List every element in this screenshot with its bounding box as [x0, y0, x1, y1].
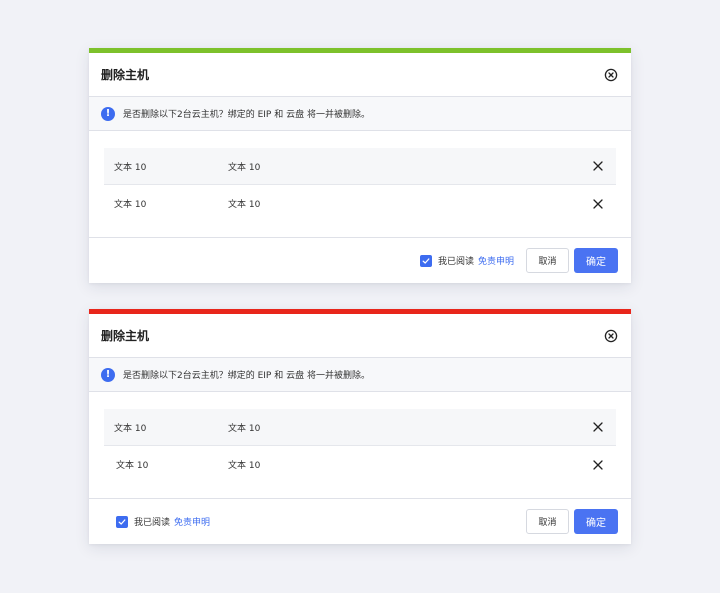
dialog-footer: 我已阅读 免责申明 取消 确定 — [89, 498, 631, 544]
remove-row-icon[interactable] — [592, 421, 604, 433]
host-name: 文本 10 — [114, 200, 147, 210]
host-list: 文本 10 文本 10 文本 10 文本 10 — [104, 409, 616, 483]
host-name: 文本 10 — [116, 461, 149, 471]
cancel-button[interactable]: 取消 — [526, 248, 569, 273]
agree-checkbox[interactable] — [116, 515, 128, 528]
host-name: 文本 10 — [114, 423, 147, 434]
notice-text: 是否删除以下2台云主机？绑定的 EIP 和 云盘 将一并被删除。 — [123, 110, 370, 120]
disclaimer-agreement[interactable]: 我已阅读 免责申明 — [116, 515, 210, 528]
agree-label: 我已阅读 — [134, 518, 171, 528]
host-detail: 文本 10 — [228, 200, 261, 210]
action-buttons: 取消 确定 — [526, 509, 618, 534]
host-detail: 文本 10 — [228, 461, 261, 471]
remove-row-icon[interactable] — [592, 459, 604, 471]
confirm-button[interactable]: 确定 — [574, 509, 618, 534]
delete-host-dialog: 删除主机 ! 是否删除以下2台云主机？绑定的 EIP 和 云盘 将一并被删除。 … — [89, 309, 631, 544]
dialog-header: 删除主机 — [89, 314, 631, 358]
list-item: 文本 10 文本 10 — [104, 446, 616, 483]
cancel-button[interactable]: 取消 — [526, 509, 569, 534]
list-item: 文本 10 文本 10 — [104, 185, 616, 222]
agree-label: 我已阅读 — [437, 257, 474, 267]
host-name: 文本 10 — [114, 162, 147, 173]
confirm-button[interactable]: 确定 — [574, 248, 618, 273]
info-icon: ! — [101, 367, 115, 382]
list-item: 文本 10 文本 10 — [104, 148, 616, 185]
warning-notice: ! 是否删除以下2台云主机？绑定的 EIP 和 云盘 将一并被删除。 — [89, 97, 631, 131]
dialog-header: 删除主机 — [89, 53, 631, 97]
info-icon: ! — [101, 106, 115, 121]
disclaimer-link[interactable]: 免责申明 — [174, 515, 210, 528]
host-detail: 文本 10 — [228, 162, 261, 173]
disclaimer-agreement[interactable]: 我已阅读 免责申明 — [419, 254, 514, 267]
delete-host-dialog: 删除主机 ! 是否删除以下2台云主机？绑定的 EIP 和 云盘 将一并被删除。 … — [89, 48, 631, 283]
close-icon[interactable] — [604, 68, 618, 82]
dialog-footer: 我已阅读 免责申明 取消 确定 — [89, 237, 631, 283]
warning-notice: ! 是否删除以下2台云主机？绑定的 EIP 和 云盘 将一并被删除。 — [89, 358, 631, 392]
host-detail: 文本 10 — [228, 423, 261, 434]
notice-text: 是否删除以下2台云主机？绑定的 EIP 和 云盘 将一并被删除。 — [123, 371, 370, 381]
disclaimer-link[interactable]: 免责申明 — [478, 254, 514, 267]
agree-checkbox[interactable] — [419, 254, 432, 267]
remove-row-icon[interactable] — [592, 160, 604, 172]
list-item: 文本 10 文本 10 — [104, 409, 616, 446]
host-list: 文本 10 文本 10 文本 10 文本 10 — [104, 148, 616, 222]
close-icon[interactable] — [604, 329, 618, 343]
dialog-title: 删除主机 — [101, 68, 150, 82]
remove-row-icon[interactable] — [592, 198, 604, 210]
dialog-title: 删除主机 — [101, 329, 150, 343]
